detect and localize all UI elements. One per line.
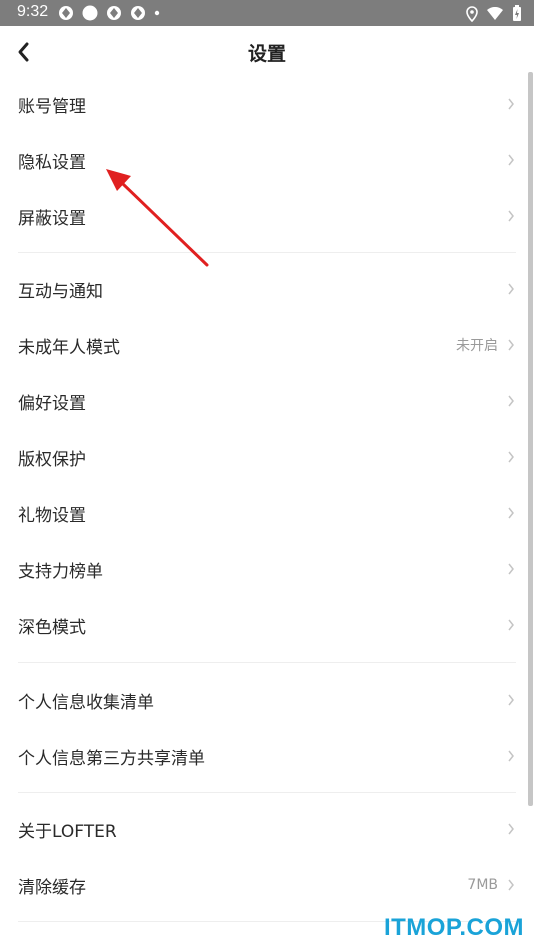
annotation-red-arrow (106, 169, 209, 267)
watermark-logo: ITMOP.COM (383, 914, 524, 941)
